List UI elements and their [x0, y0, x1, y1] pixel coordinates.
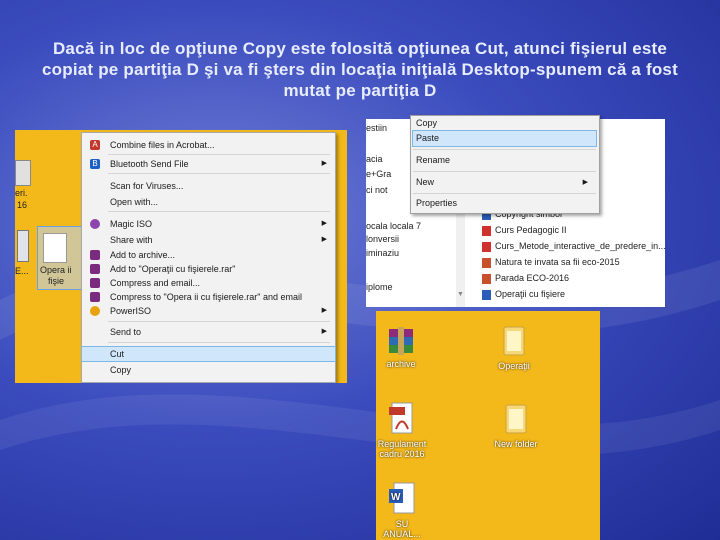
nav-item[interactable]: ocala locala 7: [366, 220, 421, 232]
nav-item[interactable]: acia: [366, 153, 383, 165]
menu-separator: [108, 321, 330, 322]
disc-icon: [90, 219, 100, 229]
menu-item-add-to-rar[interactable]: Add to "Operaţii cu fişierele.rar": [82, 262, 335, 276]
archive-icon: [90, 292, 100, 302]
file-row[interactable]: Curs Pedagogic II: [482, 224, 567, 236]
desktop-label: eri.: [15, 188, 28, 198]
scroll-down-icon: ▼: [457, 291, 464, 298]
document-icon: [43, 233, 67, 263]
nav-item[interactable]: lonversii: [366, 233, 399, 245]
nav-item[interactable]: e+Gra: [366, 168, 391, 180]
submenu-arrow-icon: ▶: [582, 179, 588, 186]
selected-file[interactable]: Opera ii fişie: [37, 226, 83, 290]
winrar-icon: [389, 327, 413, 355]
menu-item-bluetooth[interactable]: B Bluetooth Send File ▶: [82, 157, 335, 171]
bluetooth-icon: B: [90, 159, 100, 169]
menu-item-compress-email[interactable]: Compress and email...: [82, 276, 335, 290]
word-icon: [482, 289, 491, 300]
menu-separator: [413, 193, 596, 194]
desktop-file-icon: [17, 230, 29, 262]
menu-item-compress-to-rar-email[interactable]: Compress to "Opera ii cu fişierele.rar" …: [82, 290, 335, 304]
pdf-icon: [482, 241, 491, 252]
submenu-arrow-icon: ▶: [321, 220, 327, 227]
powerpoint-icon: [482, 273, 491, 284]
slide-title: Dacă in loc de opţiune Copy este folosit…: [42, 39, 678, 100]
desktop-item-word-doc[interactable]: W SU ANUAL...: [376, 481, 428, 539]
menu-item-copy[interactable]: Copy: [413, 116, 596, 131]
desktop-file-icon: [15, 160, 31, 186]
archive-icon: [90, 264, 100, 274]
svg-text:W: W: [391, 492, 401, 503]
menu-item-open-with[interactable]: Open with...: [82, 195, 335, 209]
menu-item-scan-viruses[interactable]: Scan for Viruses...: [82, 179, 335, 193]
file-label: fişie: [48, 276, 65, 286]
context-menu: A Combine files in Acrobat... B Bluetoot…: [81, 132, 336, 383]
menu-item-copy[interactable]: Copy: [82, 363, 335, 377]
menu-item-share-with[interactable]: Share with ▶: [82, 233, 335, 247]
desktop-label: 16: [17, 200, 28, 210]
submenu-arrow-icon: ▶: [321, 236, 327, 243]
menu-item-new[interactable]: New ▶: [413, 175, 596, 190]
folder-icon: [503, 326, 525, 356]
desktop-item-new-folder[interactable]: New folder: [488, 401, 544, 449]
menu-item-send-to[interactable]: Send to ▶: [82, 325, 335, 339]
desktop-item-operatii-folder[interactable]: Operaţii: [486, 323, 542, 371]
pdf-icon: [482, 225, 491, 236]
folder-icon: [505, 404, 527, 434]
powerpoint-icon: [482, 257, 491, 268]
explorer-context-menu: Copy Paste Rename New ▶ Properties: [410, 115, 600, 214]
pdf-icon: [389, 402, 413, 434]
menu-separator: [413, 149, 596, 150]
acrobat-icon: A: [90, 140, 100, 150]
menu-separator: [108, 211, 330, 212]
menu-item-paste[interactable]: Paste: [412, 130, 597, 147]
menu-separator: [108, 173, 330, 174]
menu-item-cut[interactable]: Cut: [81, 346, 336, 362]
menu-separator: [108, 154, 330, 155]
archive-icon: [90, 278, 100, 288]
desktop-item-regulament-pdf[interactable]: Regulament cadru 2016: [376, 401, 428, 459]
nav-item[interactable]: iplome: [366, 281, 393, 293]
file-row[interactable]: Natura te invata sa fii eco-2015: [482, 256, 620, 268]
submenu-arrow-icon: ▶: [321, 307, 327, 314]
file-row[interactable]: Curs_Metode_interactive_de_predere_in...: [482, 240, 665, 252]
desktop-item-archive[interactable]: archive: [378, 325, 424, 369]
menu-item-combine-acrobat[interactable]: A Combine files in Acrobat...: [82, 138, 335, 152]
menu-item-add-archive[interactable]: Add to archive...: [82, 248, 335, 262]
menu-separator: [413, 171, 596, 172]
menu-item-rename[interactable]: Rename: [413, 153, 596, 168]
nav-item[interactable]: ci not: [366, 184, 388, 196]
poweriso-icon: [90, 306, 100, 316]
menu-item-poweriso[interactable]: PowerISO ▶: [82, 304, 335, 318]
file-row[interactable]: Operaţii cu fişiere: [482, 288, 565, 300]
nav-item[interactable]: estiin: [366, 122, 387, 134]
nav-item[interactable]: iminaziu: [366, 247, 399, 259]
menu-item-properties[interactable]: Properties: [413, 196, 596, 211]
archive-icon: [90, 250, 100, 260]
menu-item-magic-iso[interactable]: Magic ISO ▶: [82, 217, 335, 231]
partition-d-screenshot: archive Operaţii Regulament cadru 2016 N…: [376, 311, 600, 540]
file-row[interactable]: Parada ECO-2016: [482, 272, 569, 284]
menu-separator: [108, 342, 330, 343]
word-icon: W: [389, 482, 415, 514]
submenu-arrow-icon: ▶: [321, 160, 327, 167]
submenu-arrow-icon: ▶: [321, 328, 327, 335]
desktop-label: E...: [15, 266, 29, 276]
desktop-context-menu-screenshot: eri. 16 E... Opera ii fişie A Combine fi…: [15, 130, 347, 383]
file-label: Opera ii: [40, 265, 72, 275]
